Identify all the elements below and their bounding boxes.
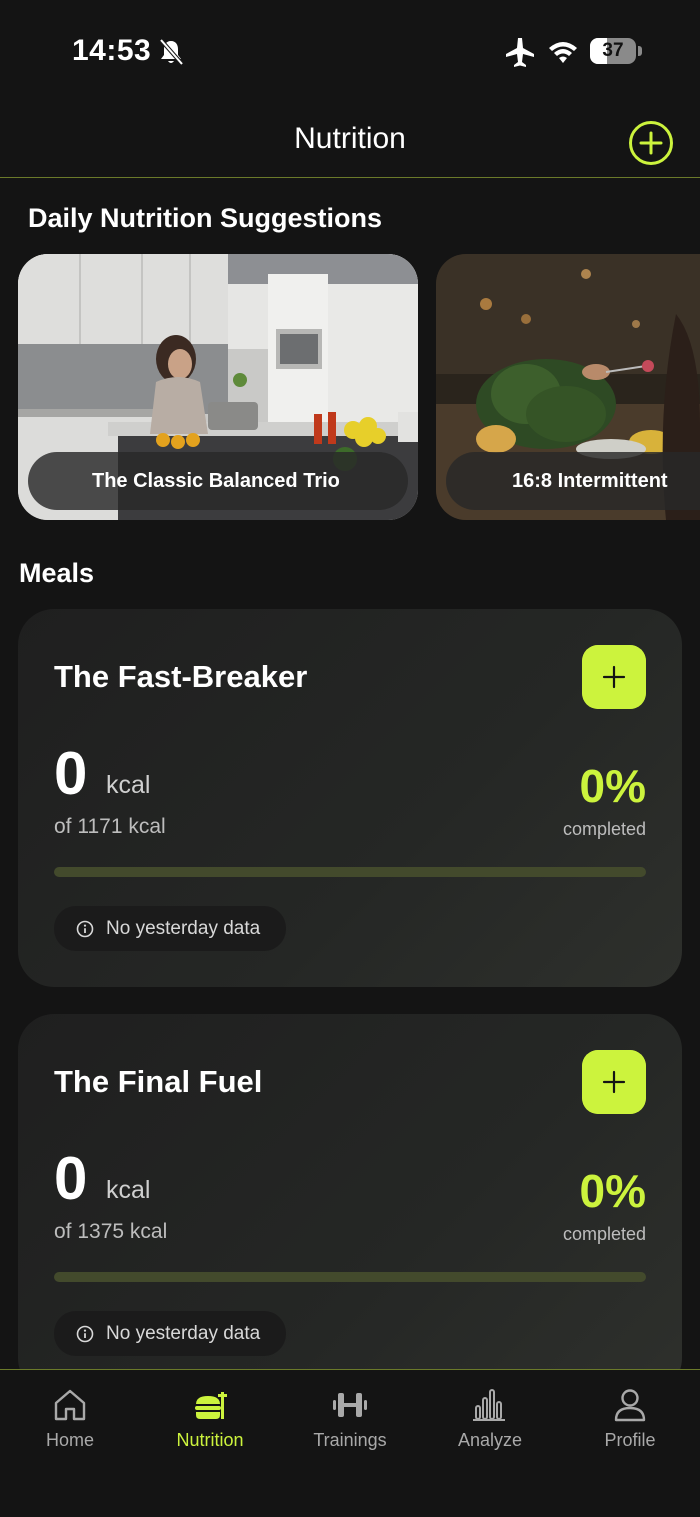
battery-tip xyxy=(638,46,642,56)
bell-muted-icon xyxy=(159,38,184,66)
kcal-unit: kcal xyxy=(106,1176,151,1204)
info-icon xyxy=(76,920,94,937)
status-bar: 14:53 37 xyxy=(0,0,700,100)
wifi-icon xyxy=(549,42,577,63)
nav-header: Nutrition xyxy=(0,100,700,178)
battery-indicator: 37 xyxy=(590,38,642,64)
tab-trainings[interactable]: Trainings xyxy=(280,1370,420,1470)
kcal-unit: kcal xyxy=(106,771,151,799)
dumbbell-icon xyxy=(333,1393,367,1417)
tab-nutrition[interactable]: Nutrition xyxy=(140,1370,280,1470)
add-meal-button[interactable] xyxy=(582,645,646,709)
meal-name: The Final Fuel xyxy=(54,1064,263,1099)
tab-label: Home xyxy=(45,1430,94,1450)
tab-label: Trainings xyxy=(313,1430,387,1450)
bar-chart-icon xyxy=(473,1389,505,1421)
progress-bar xyxy=(54,1272,646,1282)
kcal-value: 0 xyxy=(54,1145,88,1212)
battery-percent: 37 xyxy=(602,40,624,61)
kcal-target: of 1375 kcal xyxy=(54,1220,168,1243)
info-text: No yesterday data xyxy=(106,917,261,939)
progress-bar xyxy=(54,867,646,877)
page-title: Nutrition xyxy=(294,122,406,155)
completed-label: completed xyxy=(562,819,646,839)
status-time: 14:53 xyxy=(72,34,152,67)
tab-analyze[interactable]: Analyze xyxy=(420,1370,560,1470)
tab-label: Nutrition xyxy=(176,1430,244,1450)
kcal-target: of 1171 kcal xyxy=(54,815,166,838)
meal-card[interactable]: The Fast-Breaker 0 kcal of 1171 kcal 0% … xyxy=(18,609,682,987)
suggestion-label: The Classic Balanced Trio xyxy=(28,452,408,510)
info-badge: No yesterday data xyxy=(54,906,287,951)
burger-icon xyxy=(195,1392,227,1419)
info-badge: No yesterday data xyxy=(54,1311,287,1356)
home-icon xyxy=(54,1389,86,1421)
meals-title: Meals xyxy=(19,558,95,588)
tab-profile[interactable]: Profile xyxy=(560,1370,700,1470)
completed-label: completed xyxy=(562,1224,646,1244)
kcal-value: 0 xyxy=(54,740,88,807)
tab-label: Profile xyxy=(604,1430,656,1450)
add-meal-button[interactable] xyxy=(582,1050,646,1114)
add-circle-button[interactable] xyxy=(628,120,674,166)
percent-completed: 0% xyxy=(579,760,646,812)
suggestions-title: Daily Nutrition Suggestions xyxy=(28,203,383,233)
airplane-icon xyxy=(506,38,534,67)
meal-name: The Fast-Breaker xyxy=(54,659,308,694)
person-icon xyxy=(614,1389,646,1422)
info-text: No yesterday data xyxy=(106,1322,261,1344)
battery-body: 37 xyxy=(590,38,636,64)
suggestion-card[interactable]: 16:8 Intermittent xyxy=(436,254,700,520)
info-icon xyxy=(76,1325,94,1342)
meal-card[interactable]: The Final Fuel 0 kcal of 1375 kcal 0% co… xyxy=(18,1014,682,1394)
percent-completed: 0% xyxy=(579,1165,646,1217)
suggestion-card[interactable]: The Classic Balanced Trio xyxy=(18,254,418,520)
tab-bar: Home Nutrition Trainings Analyze Profile xyxy=(0,1369,700,1517)
suggestion-label: 16:8 Intermittent xyxy=(446,452,700,510)
tab-label: Analyze xyxy=(457,1430,523,1450)
tab-home[interactable]: Home xyxy=(0,1370,140,1470)
